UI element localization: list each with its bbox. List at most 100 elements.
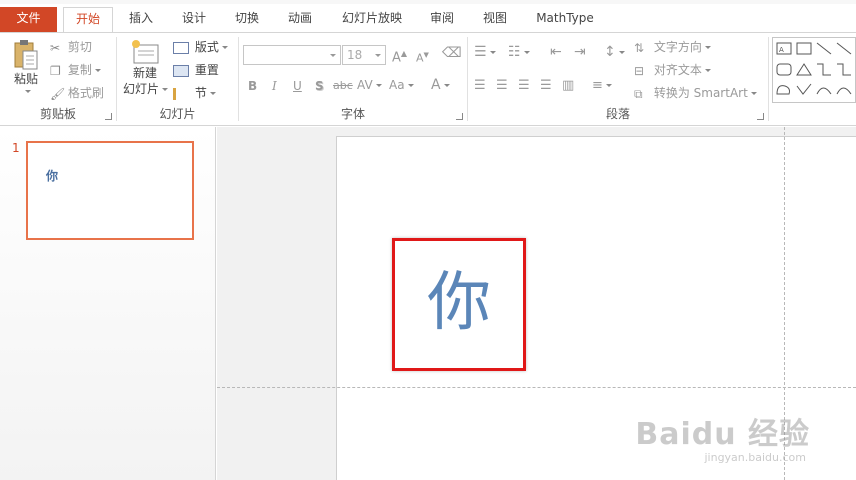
columns-icon: ≡ — [592, 78, 603, 93]
tab-review[interactable]: 审阅 — [420, 7, 464, 32]
copy-label: 复制 — [67, 63, 92, 77]
increase-indent-button[interactable]: ⇥ — [574, 44, 586, 60]
drawing-group: A — [769, 33, 856, 125]
tab-view[interactable]: 视图 — [473, 7, 517, 32]
tab-insert[interactable]: 插入 — [120, 7, 162, 32]
numbering-button[interactable]: ☷ — [508, 44, 530, 60]
eraser-icon: ⌫ — [442, 45, 462, 61]
slide-thumbnail-text: 你 — [46, 169, 59, 183]
line-spacing-button[interactable]: ↕ — [604, 44, 625, 60]
distributed-button[interactable]: ▥ — [562, 78, 574, 94]
title-strip — [0, 0, 856, 4]
slides-group: 新建 幻灯片 版式 重置 节 幻灯片 — [117, 33, 238, 125]
slide-thumbnail[interactable]: 你 — [26, 141, 194, 240]
powerpoint-window: 文件 开始 插入 设计 切换 动画 幻灯片放映 审阅 视图 MathType 粘… — [0, 0, 856, 480]
new-slide-label-1: 新建 — [132, 66, 157, 80]
shadow-button[interactable]: S — [315, 78, 324, 94]
outdent-icon: ⇤ — [550, 44, 562, 60]
tab-animations[interactable]: 动画 — [278, 7, 322, 32]
dialog-launcher-icon[interactable] — [105, 113, 112, 120]
align-left-icon: ☰ — [474, 78, 486, 93]
cut-button[interactable]: ✂ 剪切 — [50, 39, 92, 56]
justify-button[interactable]: ☰ — [540, 78, 552, 94]
line-spacing-icon: ↕ — [604, 44, 616, 60]
change-case-button[interactable]: Aa — [389, 77, 414, 93]
numbered-list-icon: ☷ — [508, 44, 521, 60]
slide-number: 1 — [12, 141, 20, 155]
section-button[interactable]: 节 — [173, 85, 216, 101]
underline-button[interactable]: U — [293, 78, 302, 94]
font-name-input[interactable] — [243, 45, 341, 65]
justify-icon: ☰ — [540, 78, 552, 93]
italic-button[interactable]: I — [272, 78, 277, 94]
font-color-button[interactable]: A — [431, 77, 450, 93]
section-label: 节 — [194, 86, 207, 100]
bold-button[interactable]: B — [248, 78, 257, 94]
paragraph-group-label: 段落 — [605, 107, 630, 121]
align-right-icon: ☰ — [518, 78, 530, 93]
format-painter-button[interactable]: 🖌 格式刷 — [50, 85, 104, 102]
paragraph-group: ☰ ☷ ⇤ ⇥ ↕ ☰ ☰ ☰ ☰ ▥ ≡ ⇅ 文字方向 ⊟ 对齐文本 ⧉ 转换… — [468, 33, 768, 125]
paste-button[interactable]: 粘贴 — [10, 39, 42, 101]
align-center-button[interactable]: ☰ — [496, 78, 508, 94]
align-left-button[interactable]: ☰ — [474, 78, 486, 94]
format-painter-label: 格式刷 — [67, 86, 104, 100]
tab-design[interactable]: 设计 — [172, 7, 216, 32]
font-size-input[interactable]: 18 — [342, 45, 386, 65]
decrease-indent-button[interactable]: ⇤ — [550, 44, 562, 60]
svg-text:A: A — [779, 46, 784, 54]
layout-label: 版式 — [194, 40, 219, 54]
grow-font-button[interactable]: A▲ — [392, 46, 407, 66]
clipboard-group-label: 剪贴板 — [39, 107, 76, 121]
dialog-launcher-icon[interactable] — [757, 113, 764, 120]
char-spacing-button[interactable]: AV — [357, 77, 382, 93]
new-slide-button[interactable]: 新建 幻灯片 — [123, 39, 169, 97]
copy-button[interactable]: ❐ 复制 — [50, 62, 101, 79]
bullet-list-icon: ☰ — [474, 44, 487, 60]
layout-button[interactable]: 版式 — [173, 39, 228, 55]
align-text-label: 对齐文本 — [653, 63, 702, 77]
shrink-font-button[interactable]: A▼ — [416, 47, 429, 67]
text-direction-label: 文字方向 — [653, 40, 702, 54]
tab-slideshow[interactable]: 幻灯片放映 — [336, 7, 408, 32]
horizontal-guide[interactable] — [217, 387, 856, 388]
tab-transitions[interactable]: 切换 — [225, 7, 269, 32]
text-direction-icon: ⇅ — [634, 40, 645, 55]
tab-home[interactable]: 开始 — [63, 7, 113, 32]
font-group-label: 字体 — [340, 107, 365, 121]
convert-smartart-label: 转换为 SmartArt — [653, 86, 748, 100]
text-direction-button[interactable]: ⇅ 文字方向 — [634, 39, 711, 56]
ribbon-tab-bar: 文件 开始 插入 设计 切换 动画 幻灯片放映 审阅 视图 MathType — [0, 0, 856, 32]
reset-button[interactable]: 重置 — [173, 62, 219, 78]
copy-icon: ❐ — [50, 63, 61, 78]
strikethrough-button[interactable]: abc — [333, 78, 353, 94]
slide-text-box[interactable]: 你 — [395, 263, 523, 343]
new-slide-label-2: 幻灯片 — [123, 81, 169, 97]
cut-label: 剪切 — [67, 40, 92, 54]
smartart-icon: ⧉ — [634, 86, 643, 101]
format-painter-icon: 🖌 — [50, 86, 66, 101]
slide-thumbnail-pane: 1 你 — [0, 127, 216, 480]
shapes-gallery-icon: A — [776, 42, 852, 95]
highlight-box: 你 — [392, 238, 526, 371]
clear-format-button[interactable]: ⌫ — [442, 45, 462, 61]
ribbon: 粘贴 ✂ 剪切 ❐ 复制 🖌 格式刷 剪贴板 新建 幻灯片 版式 重置 节 幻灯… — [0, 32, 856, 126]
indent-icon: ⇥ — [574, 44, 586, 60]
scissors-icon: ✂ — [50, 40, 61, 55]
dialog-launcher-icon[interactable] — [456, 113, 463, 120]
bullets-button[interactable]: ☰ — [474, 44, 496, 60]
columns-button[interactable]: ≡ — [592, 78, 612, 94]
reset-icon — [173, 64, 189, 77]
paste-label: 粘贴 — [13, 72, 38, 86]
chevron-down-icon — [375, 54, 381, 57]
watermark: Baidu 经验 jingyan.baidu.com — [635, 409, 810, 464]
align-text-button[interactable]: ⊟ 对齐文本 — [634, 62, 711, 79]
convert-smartart-button[interactable]: ⧉ 转换为 SmartArt — [634, 85, 757, 102]
tab-file[interactable]: 文件 — [0, 7, 57, 32]
shapes-gallery[interactable]: A — [772, 37, 856, 103]
clipboard-group: 粘贴 ✂ 剪切 ❐ 复制 🖌 格式刷 剪贴板 — [0, 33, 116, 125]
tab-mathtype[interactable]: MathType — [530, 7, 600, 32]
new-slide-icon — [132, 40, 159, 64]
section-icon — [173, 87, 189, 100]
align-right-button[interactable]: ☰ — [518, 78, 530, 94]
